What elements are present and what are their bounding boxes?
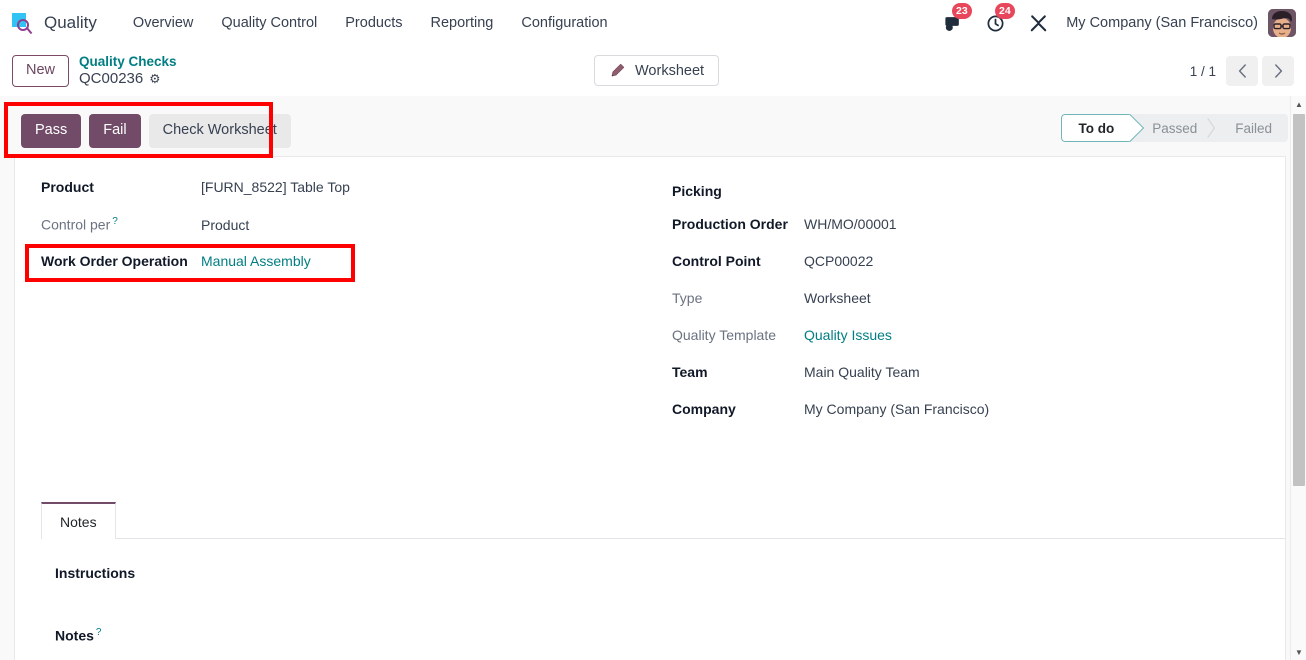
field-control-point-value[interactable]: QCP00022: [804, 253, 873, 269]
pencil-icon: [611, 63, 625, 77]
field-production-order-value[interactable]: WH/MO/00001: [804, 216, 897, 232]
status-stage-todo[interactable]: To do: [1061, 114, 1131, 142]
menu-item-quality-control[interactable]: Quality Control: [207, 9, 331, 37]
status-pipeline: To do Passed Failed: [1061, 114, 1288, 142]
new-record-button[interactable]: New: [12, 55, 70, 87]
chevron-right-icon: [1274, 64, 1282, 78]
field-production-order-label: Production Order: [672, 216, 788, 232]
notebook: Notes Instructions Notes?: [15, 502, 1285, 644]
breadcrumb: Quality Checks QC00236 ⚙: [79, 54, 177, 88]
instructions-label: Instructions: [55, 565, 136, 581]
menu-item-reporting[interactable]: Reporting: [417, 9, 508, 37]
breadcrumb-current: QC00236 ⚙: [79, 70, 177, 88]
field-work-order-operation-value[interactable]: Manual Assembly: [201, 253, 311, 269]
menu-item-configuration[interactable]: Configuration: [507, 9, 621, 37]
activities-button[interactable]: 24: [974, 3, 1017, 38]
menu-item-overview[interactable]: Overview: [119, 9, 207, 37]
field-control-point-label: Control Point: [672, 253, 761, 269]
check-worksheet-button[interactable]: Check Worksheet: [148, 114, 291, 148]
form-column-right: Picking Production Order WH/MO/00001 Con…: [650, 175, 1285, 434]
notebook-tab-headers: Notes: [41, 502, 1285, 539]
form-sheet: Product [FURN_8522] Table Top Control pe…: [14, 156, 1286, 660]
fail-button[interactable]: Fail: [89, 114, 141, 148]
pager-next-button[interactable]: [1262, 56, 1294, 86]
pager: 1 / 1: [1190, 56, 1294, 86]
breadcrumb-record-name: QC00236: [79, 70, 144, 88]
app-brand-name[interactable]: Quality: [44, 13, 97, 33]
field-production-order: Production Order WH/MO/00001: [672, 212, 1261, 249]
vertical-scrollbar[interactable]: ▲ ▼: [1290, 96, 1306, 660]
tab-notes[interactable]: Notes: [41, 502, 116, 539]
gear-icon[interactable]: ⚙: [149, 73, 160, 86]
field-company-label: Company: [672, 401, 736, 417]
field-type-label: Type: [672, 290, 703, 306]
company-switcher[interactable]: My Company (San Francisco): [1060, 15, 1268, 31]
field-team-value[interactable]: Main Quality Team: [804, 364, 920, 380]
field-quality-template: Quality Template Quality Issues: [672, 323, 1261, 360]
field-work-order-operation-label: Work Order Operation: [41, 253, 188, 269]
field-control-per: Control per? Product: [41, 212, 626, 249]
field-picking-label: Picking: [672, 183, 722, 199]
main-menu: Overview Quality Control Products Report…: [119, 9, 622, 37]
field-quality-template-label: Quality Template: [672, 327, 777, 343]
field-team-label: Team: [672, 364, 708, 380]
activities-count-badge: 24: [994, 3, 1016, 19]
field-work-order-operation: Work Order Operation Manual Assembly: [41, 249, 626, 286]
field-product-label: Product: [41, 179, 94, 195]
notebook-page-notes: Instructions Notes?: [41, 539, 1285, 644]
field-control-point: Control Point QCP00022: [672, 249, 1261, 286]
worksheet-button[interactable]: Worksheet: [594, 55, 720, 86]
pass-button[interactable]: Pass: [21, 114, 82, 148]
field-team: Team Main Quality Team: [672, 360, 1261, 397]
navbar-systray: 23 24 My Company (San Francisco): [931, 3, 1298, 38]
odoo-quality-check-page: Quality Overview Quality Control Product…: [0, 0, 1306, 660]
scroll-up-arrow-icon[interactable]: ▲: [1291, 96, 1306, 112]
form-column-left: Product [FURN_8522] Table Top Control pe…: [15, 175, 650, 434]
field-company-value[interactable]: My Company (San Francisco): [804, 401, 989, 417]
field-type-value[interactable]: Worksheet: [804, 290, 871, 306]
messages-button[interactable]: 23: [931, 3, 974, 38]
help-tooltip-icon[interactable]: ?: [96, 627, 102, 638]
statusbar-action-buttons: Pass Fail Check Worksheet: [21, 114, 291, 148]
form-columns: Product [FURN_8522] Table Top Control pe…: [15, 157, 1285, 434]
field-company: Company My Company (San Francisco): [672, 397, 1261, 434]
breadcrumb-parent-link[interactable]: Quality Checks: [79, 54, 177, 70]
messages-count-badge: 23: [951, 3, 973, 19]
field-quality-template-value[interactable]: Quality Issues: [804, 327, 892, 343]
pager-value: 1 / 1: [1189, 63, 1216, 79]
worksheet-button-label: Worksheet: [635, 62, 705, 79]
menu-item-products[interactable]: Products: [331, 9, 416, 37]
pager-previous-button[interactable]: [1226, 56, 1258, 86]
tools-button[interactable]: [1017, 8, 1060, 38]
field-product-value[interactable]: [FURN_8522] Table Top: [201, 179, 350, 195]
help-tooltip-icon[interactable]: ?: [112, 216, 118, 227]
wrench-icon: [1030, 14, 1047, 31]
top-navbar: Quality Overview Quality Control Product…: [0, 0, 1306, 46]
user-avatar[interactable]: [1268, 9, 1296, 37]
field-control-per-value[interactable]: Product: [201, 217, 249, 233]
status-stage-failed[interactable]: Failed: [1213, 114, 1288, 142]
chevron-left-icon: [1238, 64, 1246, 78]
avatar-image: [1268, 9, 1296, 37]
field-control-per-label: Control per?: [41, 216, 118, 233]
scrollbar-thumb[interactable]: [1293, 114, 1305, 486]
scroll-down-arrow-icon[interactable]: ▼: [1291, 644, 1306, 660]
quality-magnifier-icon: [10, 10, 36, 36]
field-product: Product [FURN_8522] Table Top: [41, 175, 626, 212]
field-type: Type Worksheet: [672, 286, 1261, 323]
notes-label: Notes?: [55, 627, 102, 644]
field-picking: Picking: [672, 175, 1261, 212]
